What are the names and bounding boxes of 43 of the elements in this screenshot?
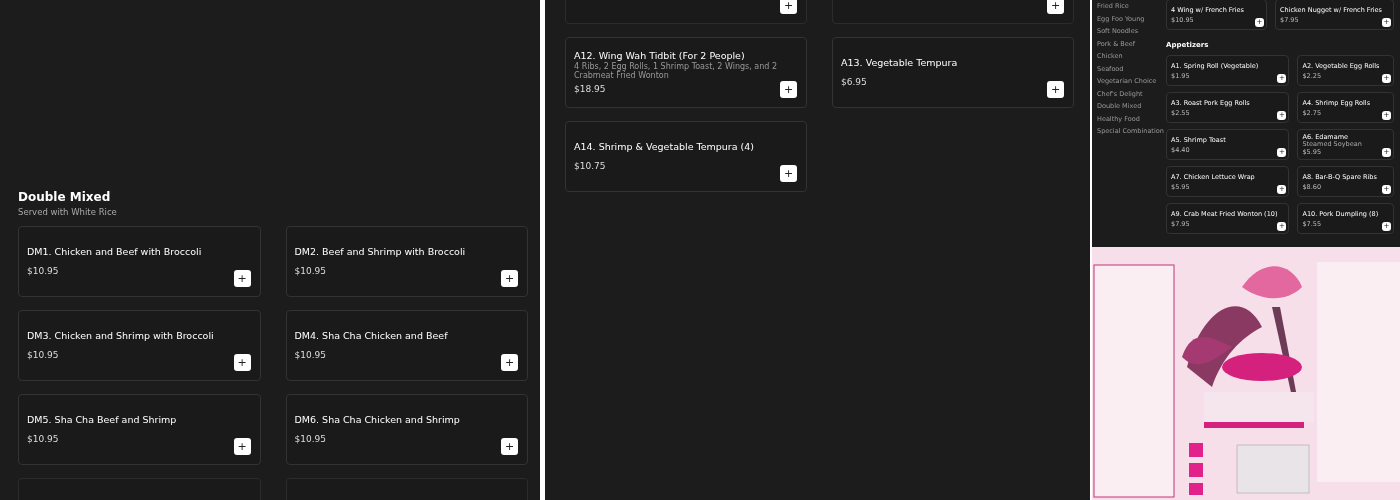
item-name: A12. Wing Wah Tidbit (For 2 People) xyxy=(574,50,745,62)
item-price: $10.95 xyxy=(294,434,327,444)
add-button[interactable]: + xyxy=(780,165,797,182)
menu-item-card[interactable]: DM2. Beef and Shrimp with Broccoli $10.95 + xyxy=(285,226,528,297)
add-button[interactable]: + xyxy=(780,81,797,98)
section-subtitle: Served with White Rice xyxy=(18,207,118,217)
menu-item-card[interactable]: DM5. Sha Cha Beef and Shrimp $10.95 + xyxy=(18,394,261,465)
item-name: DM3. Chicken and Shrimp with Broccoli xyxy=(27,330,215,341)
item-name: DM2. Beef and Shrimp with Broccoli xyxy=(294,246,467,257)
menu-item-card[interactable]: A14. Shrimp & Vegetable Tempura (4) $10.75 + xyxy=(565,121,807,192)
item-name: DM4. Sha Cha Chicken and Beef xyxy=(294,330,449,341)
item-price: $10.95 xyxy=(27,350,60,360)
menu-item-card[interactable]: + xyxy=(565,0,807,24)
item-name: DM6. Sha Cha Chicken and Shrimp xyxy=(294,414,461,425)
item-price: $6.95 xyxy=(841,77,868,87)
item-name: DM5. Sha Cha Beef and Shrimp xyxy=(27,414,178,425)
menu-item-card[interactable]: DM3. Chicken and Shrimp with Broccoli $10.95 + xyxy=(18,310,261,381)
item-price: $10.95 xyxy=(294,266,327,276)
add-button[interactable]: + xyxy=(501,354,518,371)
add-button[interactable]: + xyxy=(1047,81,1064,98)
add-button[interactable]: + xyxy=(233,438,251,455)
add-button[interactable]: + xyxy=(501,270,518,287)
item-name: DM1. Chicken and Beef with Broccoli xyxy=(27,246,203,257)
add-button[interactable]: + xyxy=(233,270,251,287)
menu-item-card[interactable]: A12. Wing Wah Tidbit (For 2 People) 4 Ribs, 2 Egg Rolls, 1 Shrimp Toast, 2 Wings, and 2 Crabmeat Fried Wonton $18.95 + xyxy=(565,37,807,108)
item-price: $10.95 xyxy=(27,266,60,276)
item-price: $10.95 xyxy=(294,350,327,360)
add-button[interactable]: + xyxy=(233,354,251,371)
add-button[interactable]: + xyxy=(780,0,797,14)
item-name: A14. Shrimp & Vegetable Tempura (4) xyxy=(574,141,756,152)
menu-item-card[interactable]: DM6. Sha Cha Chicken and Shrimp $10.95 + xyxy=(285,394,528,465)
menu-item-card[interactable]: A13. Vegetable Tempura $6.95 + xyxy=(832,37,1074,108)
item-price: $10.75 xyxy=(574,161,607,171)
section-title: Double Mixed xyxy=(18,190,112,204)
add-button[interactable]: + xyxy=(501,438,518,455)
item-name: A13. Vegetable Tempura xyxy=(841,57,959,68)
menu-item-card[interactable]: DM4. Sha Cha Chicken and Beef $10.95 + xyxy=(285,310,528,381)
item-price: $18.95 xyxy=(574,83,607,94)
add-button[interactable]: + xyxy=(1047,0,1064,14)
menu-item-card[interactable]: + xyxy=(832,0,1074,24)
item-description: 4 Ribs, 2 Egg Rolls, 1 Shrimp Toast, 2 Wings, and 2 Crabmeat Fried Wonton xyxy=(574,63,779,81)
item-price: $10.95 xyxy=(27,434,60,444)
menu-item-card[interactable]: DM1. Chicken and Beef with Broccoli $10.95 + xyxy=(18,226,261,297)
